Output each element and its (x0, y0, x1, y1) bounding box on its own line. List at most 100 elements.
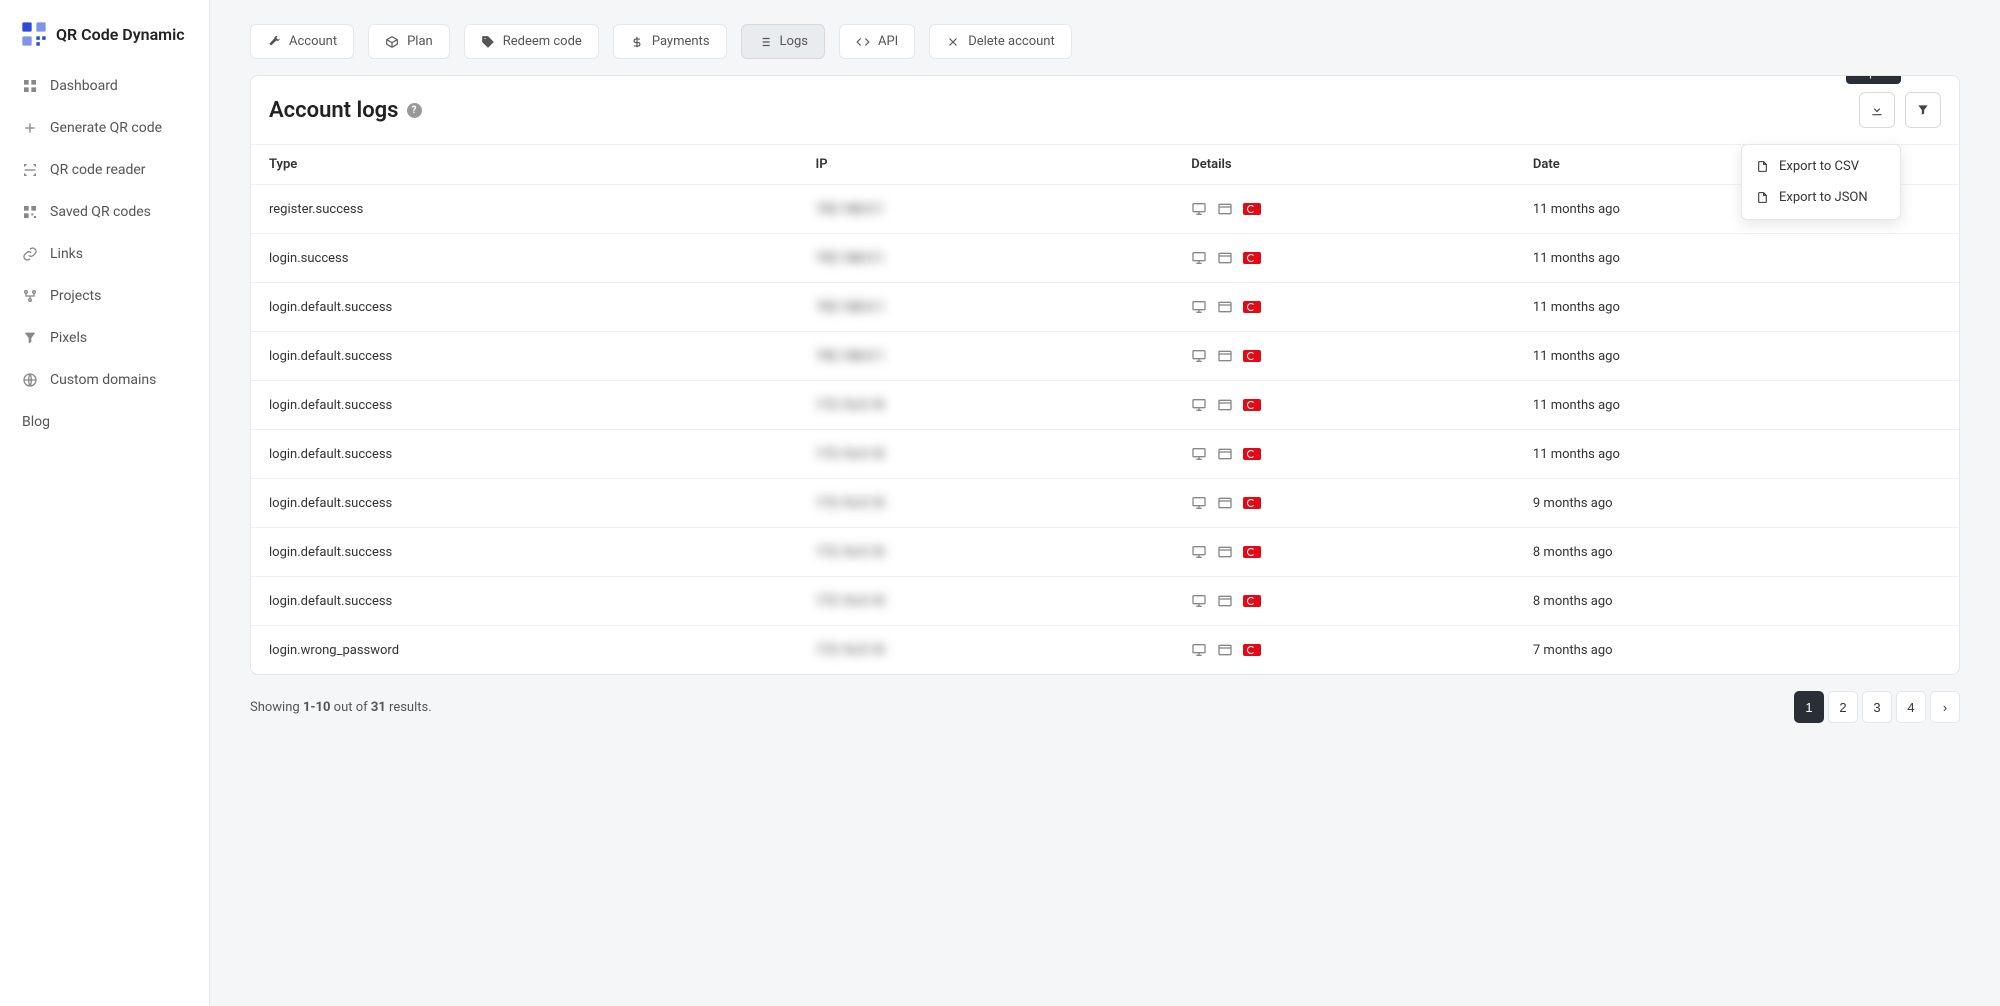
cell-details (1173, 381, 1515, 430)
window-icon[interactable] (1217, 299, 1233, 315)
export-json-item[interactable]: Export to JSON (1742, 182, 1900, 213)
cell-type: login.default.success (251, 479, 798, 528)
page-button[interactable]: 4 (1896, 691, 1926, 723)
cell-date: 11 months ago (1515, 234, 1959, 283)
table-row: login.default.success192.168.0.111 month… (251, 283, 1959, 332)
window-icon[interactable] (1217, 348, 1233, 364)
table-row: login.default.success172.16.0.109 months… (251, 479, 1959, 528)
flag-tr-icon[interactable] (1243, 448, 1261, 460)
window-icon[interactable] (1217, 544, 1233, 560)
window-icon[interactable] (1217, 593, 1233, 609)
flag-tr-icon[interactable] (1243, 546, 1261, 558)
window-icon[interactable] (1217, 642, 1233, 658)
cell-type: login.default.success (251, 528, 798, 577)
flag-tr-icon[interactable] (1243, 203, 1261, 215)
download-icon (1870, 103, 1884, 117)
sidebar-item-label: Dashboard (50, 78, 118, 94)
sidebar-item-domains[interactable]: Custom domains (8, 360, 201, 400)
ip-blurred: 192.168.0.1 (816, 202, 885, 217)
table-header-type: Type (251, 145, 798, 185)
page-button[interactable]: 2 (1828, 691, 1858, 723)
window-icon[interactable] (1217, 250, 1233, 266)
qr-logo-icon (20, 20, 48, 48)
page-button[interactable]: 3 (1862, 691, 1892, 723)
sidebar-item-blog[interactable]: Blog (8, 402, 201, 442)
flag-tr-icon[interactable] (1243, 301, 1261, 313)
pagination-row: Showing 1-10 out of 31 results. 1234› (250, 675, 1960, 731)
desktop-icon[interactable] (1191, 642, 1207, 658)
tab-label: Logs (780, 34, 808, 49)
cell-details (1173, 577, 1515, 626)
flag-tr-icon[interactable] (1243, 350, 1261, 362)
page-button[interactable]: › (1930, 691, 1960, 723)
export-dropdown: Export to CSV Export to JSON (1741, 144, 1901, 220)
sidebar-item-generate-qr[interactable]: Generate QR code (8, 108, 201, 148)
table-row: login.wrong_password172.16.0.107 months … (251, 626, 1959, 675)
cell-type: login.default.success (251, 332, 798, 381)
desktop-icon[interactable] (1191, 201, 1207, 217)
cell-date: 9 months ago (1515, 479, 1959, 528)
page-button[interactable]: 1 (1794, 691, 1824, 723)
brand-logo[interactable]: QR Code Dynamic (0, 12, 209, 66)
window-icon[interactable] (1217, 446, 1233, 462)
sidebar-item-projects[interactable]: Projects (8, 276, 201, 316)
sidebar-item-saved-qr[interactable]: Saved QR codes (8, 192, 201, 232)
ip-blurred: 192.168.0.1 (816, 251, 885, 266)
showing-prefix: Showing (250, 700, 303, 715)
desktop-icon[interactable] (1191, 397, 1207, 413)
flag-tr-icon[interactable] (1243, 399, 1261, 411)
tab-label: API (878, 34, 898, 49)
sidebar-item-label: Generate QR code (50, 120, 162, 136)
desktop-icon[interactable] (1191, 348, 1207, 364)
desktop-icon[interactable] (1191, 593, 1207, 609)
tab-redeem[interactable]: Redeem code (464, 24, 599, 59)
cell-details (1173, 283, 1515, 332)
cell-type: login.default.success (251, 381, 798, 430)
showing-range: 1-10 (303, 700, 331, 715)
window-icon[interactable] (1217, 397, 1233, 413)
desktop-icon[interactable] (1191, 250, 1207, 266)
app-root: QR Code Dynamic Dashboard Generate QR co… (0, 0, 2000, 1006)
tag-icon (481, 35, 495, 49)
file-icon (1756, 191, 1769, 204)
sidebar-item-qr-reader[interactable]: QR code reader (8, 150, 201, 190)
ip-blurred: 172.16.0.10 (816, 594, 885, 609)
cell-type: register.success (251, 185, 798, 234)
desktop-icon[interactable] (1191, 446, 1207, 462)
cell-ip: 172.16.0.10 (798, 626, 1174, 675)
desktop-icon[interactable] (1191, 544, 1207, 560)
flag-tr-icon[interactable] (1243, 644, 1261, 656)
tab-plan[interactable]: Plan (368, 24, 450, 59)
ip-blurred: 172.16.0.10 (816, 398, 885, 413)
flag-tr-icon[interactable] (1243, 497, 1261, 509)
cell-type: login.default.success (251, 430, 798, 479)
sidebar-item-dashboard[interactable]: Dashboard (8, 66, 201, 106)
cell-details (1173, 185, 1515, 234)
wrench-icon (267, 35, 281, 49)
close-icon (946, 35, 960, 49)
table-row: login.default.success192.168.0.111 month… (251, 332, 1959, 381)
filter-button[interactable] (1905, 92, 1941, 128)
tab-api[interactable]: API (839, 24, 915, 59)
desktop-icon[interactable] (1191, 299, 1207, 315)
tab-payments[interactable]: Payments (613, 24, 727, 59)
desktop-icon[interactable] (1191, 495, 1207, 511)
showing-out-of: out of (330, 700, 370, 715)
dropdown-item-label: Export to JSON (1779, 190, 1868, 205)
ip-blurred: 172.16.0.10 (816, 447, 885, 462)
flag-tr-icon[interactable] (1243, 252, 1261, 264)
export-button[interactable] (1859, 92, 1895, 128)
ip-blurred: 172.16.0.10 (816, 643, 885, 658)
window-icon[interactable] (1217, 201, 1233, 217)
tab-logs[interactable]: Logs (741, 24, 825, 59)
cell-type: login.default.success (251, 283, 798, 332)
flag-tr-icon[interactable] (1243, 595, 1261, 607)
info-icon[interactable]: ? (407, 103, 422, 118)
plus-icon (22, 120, 38, 136)
sidebar-item-pixels[interactable]: Pixels (8, 318, 201, 358)
tab-account[interactable]: Account (250, 24, 354, 59)
export-csv-item[interactable]: Export to CSV (1742, 151, 1900, 182)
sidebar-item-links[interactable]: Links (8, 234, 201, 274)
window-icon[interactable] (1217, 495, 1233, 511)
tab-delete-account[interactable]: Delete account (929, 24, 1072, 59)
